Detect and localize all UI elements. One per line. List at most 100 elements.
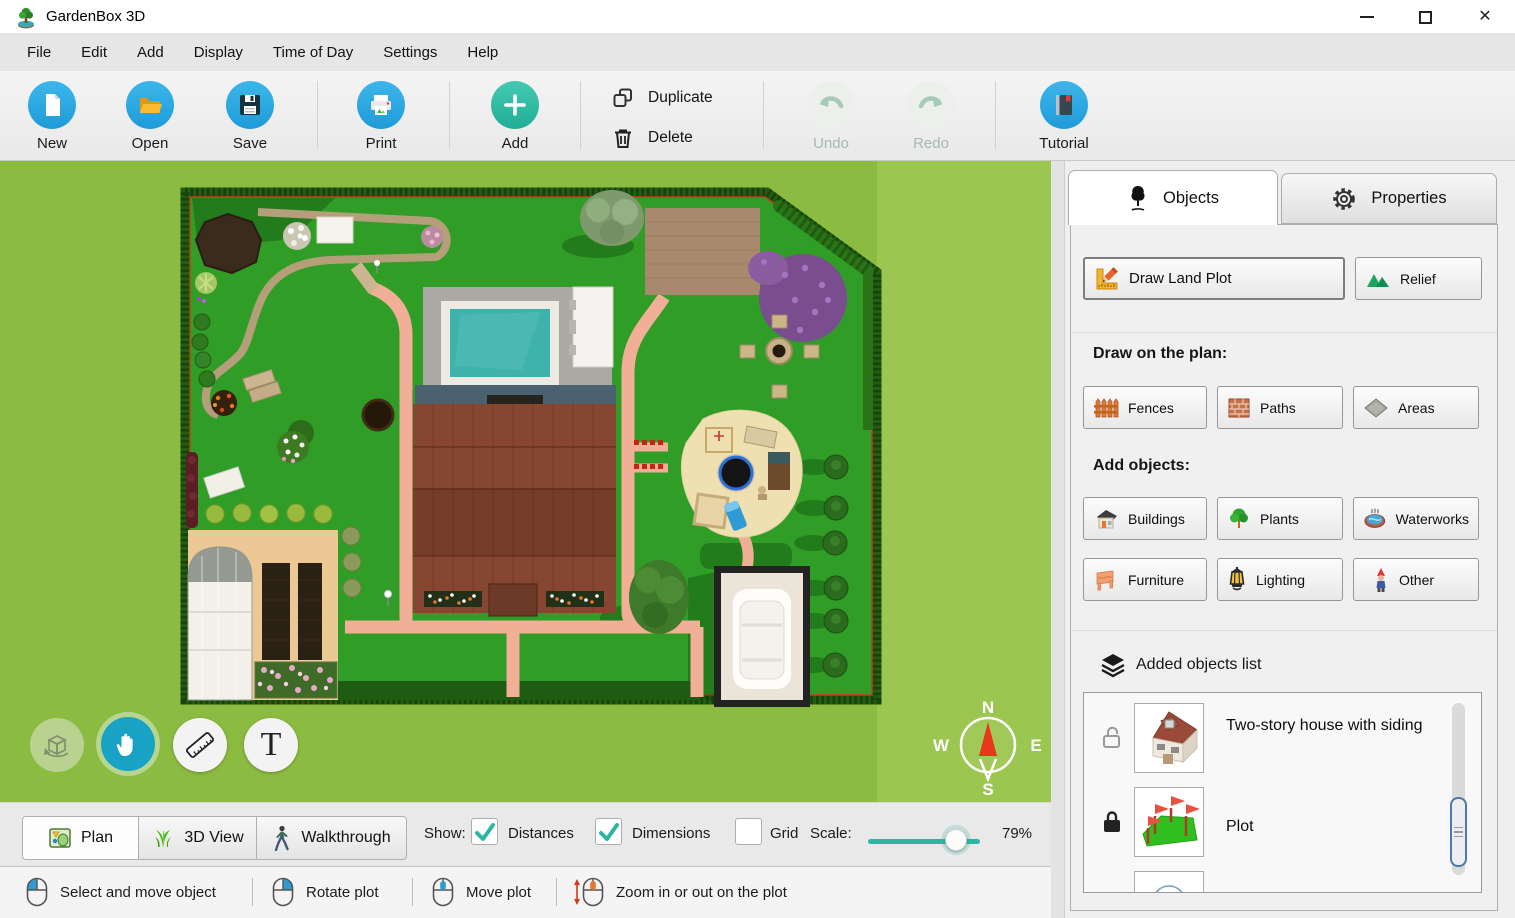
garage-tree[interactable] [629,560,689,634]
plan-canvas[interactable]: N W E S [0,161,1051,802]
pond[interactable] [196,214,261,273]
checkbox-grid[interactable] [735,818,762,845]
pool-house[interactable] [573,287,613,367]
buildings-button[interactable]: Buildings [1083,497,1207,540]
minimize-button[interactable] [1344,0,1390,34]
maximize-button[interactable] [1402,0,1448,34]
tab-3d-view[interactable]: 3D View [138,816,257,860]
pink-bush[interactable] [421,226,443,248]
paths-button[interactable]: Paths [1217,386,1343,429]
garden-bed[interactable] [262,563,290,660]
menu-display[interactable]: Display [179,36,258,69]
compass-w: W [933,736,950,755]
sandbox[interactable] [694,494,728,528]
outer-grass [877,161,1051,802]
view-tabs: Plan 3D View Walkthrough [22,816,407,860]
print-button[interactable]: Print [333,81,429,152]
mouse-right-button-icon [272,877,294,907]
checkbox-distances[interactable] [471,818,498,845]
flower-ring[interactable] [211,390,237,416]
fence-icon [1093,396,1119,420]
waterworks-button[interactable]: Waterworks [1353,497,1479,540]
fire-pit[interactable] [363,400,393,430]
undo-button[interactable]: Undo [783,81,879,152]
menu-add[interactable]: Add [122,36,179,69]
tab-walkthrough-label: Walkthrough [301,829,390,847]
pink-flower-bed[interactable] [255,662,337,698]
layers-icon [1100,652,1126,678]
delete-button[interactable]: Delete [600,125,760,151]
measure-tool[interactable] [173,718,227,772]
text-tool[interactable]: T [244,718,298,772]
large-tree[interactable] [580,190,644,246]
toolbar-separator [763,81,764,149]
trampoline[interactable] [720,457,752,489]
garage[interactable] [714,566,810,707]
checkbox-dimensions[interactable] [595,818,622,845]
red-hedge[interactable] [186,452,198,528]
menu-edit[interactable]: Edit [66,36,122,69]
menu-file[interactable]: File [12,36,66,69]
divider [1071,332,1497,333]
house[interactable] [413,404,616,616]
menu-help[interactable]: Help [452,36,513,69]
playground[interactable] [681,410,802,537]
close-button[interactable]: ✕ [1462,0,1508,34]
tab-walkthrough[interactable]: Walkthrough [256,816,407,860]
list-item-thumbnail-house[interactable] [1134,703,1204,773]
redo-icon [907,81,955,129]
furniture-button[interactable]: Furniture [1083,558,1207,601]
list-item-thumbnail-partial[interactable] [1134,871,1204,893]
redo-button[interactable]: Redo [883,81,979,152]
tab-properties[interactable]: Properties [1281,173,1497,224]
menu-time-of-day[interactable]: Time of Day [258,36,368,69]
garden-bed[interactable] [298,563,322,660]
tab-objects[interactable]: Objects [1068,170,1278,225]
compass-n: N [982,698,994,717]
relief-button[interactable]: Relief [1355,257,1482,300]
minimize-icon [1360,16,1374,18]
other-button[interactable]: Other [1353,558,1479,601]
rotate-view-tool[interactable] [30,718,84,772]
small-trees[interactable] [342,527,361,597]
add-button[interactable]: Add [467,81,563,152]
draw-land-plot-button[interactable]: Draw Land Plot [1083,257,1345,300]
patio[interactable] [317,217,353,243]
plants-button[interactable]: Plants [1217,497,1343,540]
tilled-area[interactable] [645,208,760,295]
tutorial-button[interactable]: Tutorial [1016,81,1112,152]
lighting-button[interactable]: Lighting [1217,558,1343,601]
list-item-thumbnail-plot[interactable] [1134,787,1204,857]
areas-button[interactable]: Areas [1353,386,1479,429]
add-objects-label: Add objects: [1093,457,1190,475]
pool-area[interactable] [415,287,616,405]
open-button[interactable]: Open [102,81,198,152]
pan-tool[interactable] [101,717,155,771]
save-floppy-icon [226,81,274,129]
plan-icon [48,826,72,850]
new-button[interactable]: New [4,81,100,152]
lock-icon[interactable] [1100,809,1124,835]
menu-settings[interactable]: Settings [368,36,452,69]
added-objects-list[interactable]: Two-story house with siding Plot [1083,692,1482,893]
fences-button[interactable]: Fences [1083,386,1207,429]
duplicate-button[interactable]: Duplicate [600,85,760,111]
statusbar: Select and move object Rotate plot Move … [0,866,1051,918]
statusbar-separator [556,878,557,906]
white-bush[interactable] [283,222,311,250]
list-scrollbar-thumb[interactable] [1450,797,1467,867]
list-item-label[interactable]: Plot [1226,816,1446,837]
bricks-icon [1227,396,1251,420]
paths-label: Paths [1260,400,1296,416]
list-item-label[interactable]: Two-story house with siding [1226,715,1446,736]
open-folder-icon [126,81,174,129]
kitchen-garden[interactable] [188,530,338,700]
book-icon [1040,81,1088,129]
hint-zoom-plot: Zoom in or out on the plot [572,877,787,907]
unlock-icon[interactable] [1100,725,1124,751]
scale-slider-thumb[interactable] [945,829,967,851]
mouse-middle-button-icon [432,877,454,907]
save-button[interactable]: Save [202,81,298,152]
scale-label: Scale: [810,825,852,842]
tab-plan[interactable]: Plan [22,816,139,860]
